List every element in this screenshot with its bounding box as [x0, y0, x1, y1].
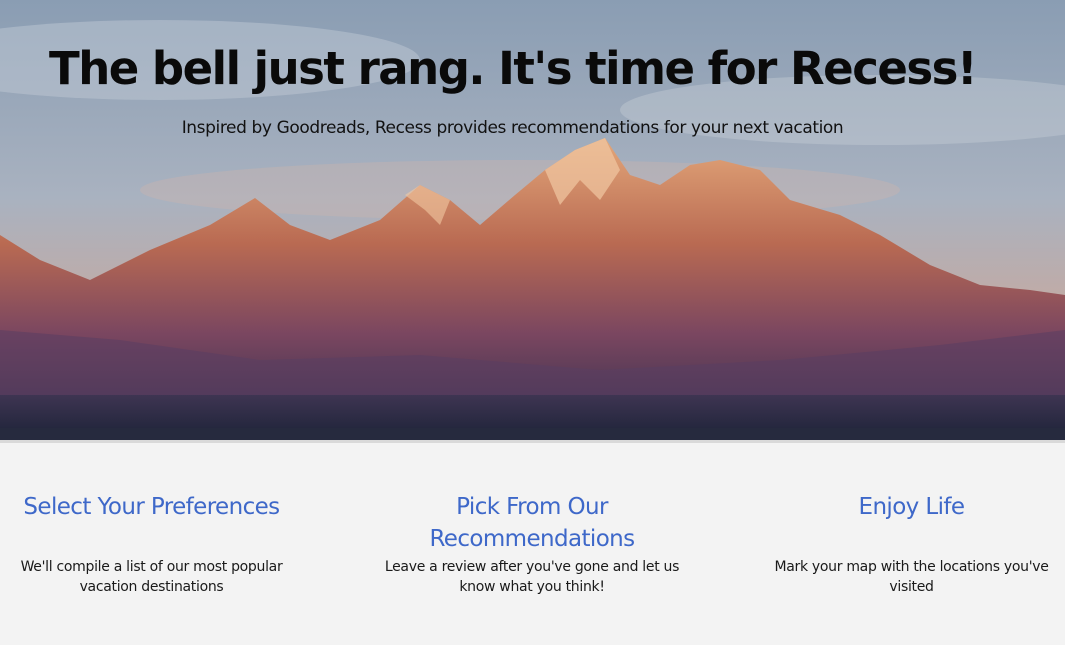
hero-banner: The bell just rang. It's time for Recess… [0, 0, 1065, 440]
feature-select-preferences: Select Your Preferences We'll compile a … [0, 491, 303, 597]
hero-subtitle: Inspired by Goodreads, Recess provides r… [181, 118, 844, 138]
feature-description: We'll compile a list of our most popular… [20, 559, 283, 595]
feature-enjoy-life: Enjoy Life Mark your map with the locati… [760, 491, 1063, 597]
feature-description: Leave a review after you've gone and let… [384, 559, 680, 595]
hero-title: The bell just rang. It's time for Recess… [49, 42, 977, 95]
feature-heading: Select Your Preferences [23, 494, 280, 520]
features-section: Select Your Preferences We'll compile a … [0, 443, 1065, 645]
feature-heading: Enjoy Life [858, 494, 966, 520]
feature-pick-recommendations: Pick From Our Recommendations Leave a re… [381, 491, 683, 597]
feature-heading: Pick From Our Recommendations [429, 494, 635, 552]
feature-description: Mark your map with the locations you've … [774, 559, 1049, 595]
